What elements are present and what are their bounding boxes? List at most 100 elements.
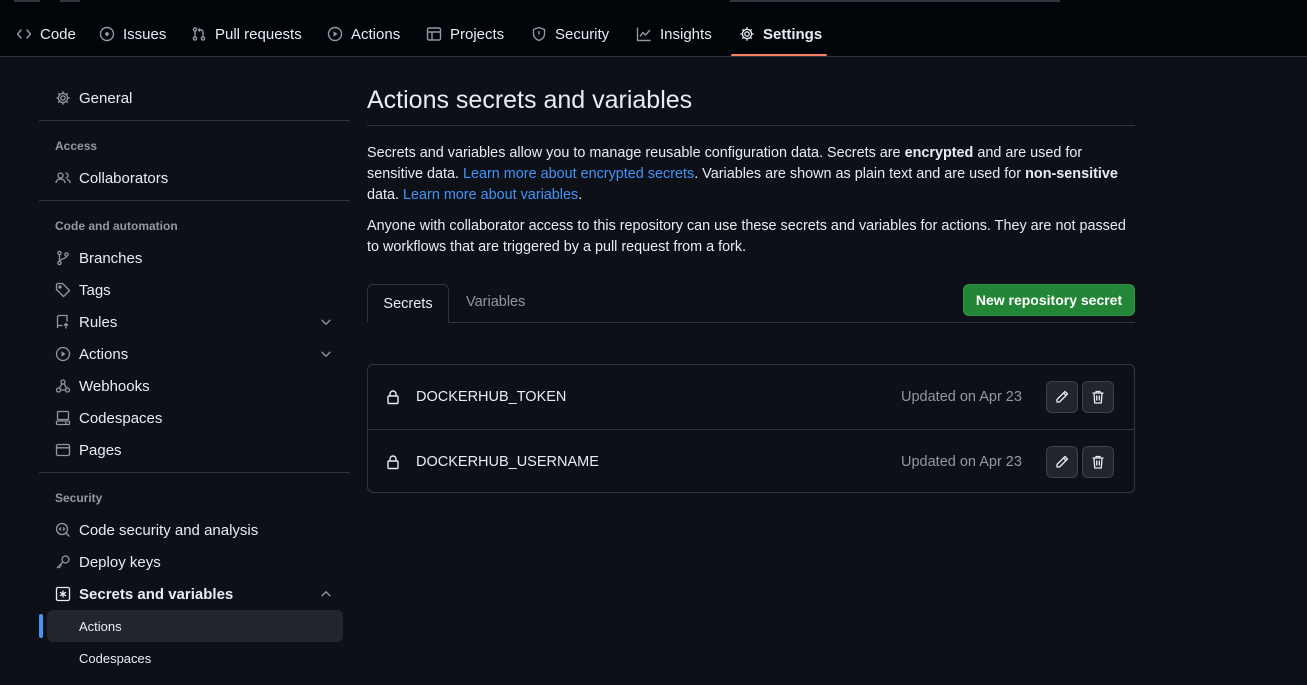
active-item-indicator	[39, 614, 43, 638]
sidebar-item-label: General	[79, 89, 133, 107]
secrets-list: DOCKERHUB_TOKEN Updated on Apr 23 DOCKER…	[367, 364, 1135, 493]
intro-emphasis: encrypted	[904, 145, 974, 161]
title-divider	[367, 125, 1135, 126]
sidebar-item-secrets-variables[interactable]: Secrets and variables	[47, 578, 343, 610]
sidebar-item-collaborators[interactable]: Collaborators	[47, 162, 343, 194]
learn-more-secrets-link[interactable]: Learn more about encrypted secrets	[463, 166, 694, 182]
key-icon	[55, 554, 71, 570]
active-tab-underline	[731, 54, 827, 56]
nav-pull-requests-label: Pull requests	[215, 25, 302, 43]
intro-text: . Variables are shown as plain text and …	[694, 166, 1026, 182]
intro-text: .	[578, 187, 583, 203]
chevron-up-icon[interactable]	[319, 587, 333, 601]
nav-security[interactable]: Security	[531, 22, 609, 46]
webhook-icon	[55, 378, 71, 394]
secret-updated: Updated on Apr 23	[901, 454, 1022, 470]
sidebar-item-webhooks[interactable]: Webhooks	[47, 370, 343, 402]
intro-paragraph: Secrets and variables allow you to manag…	[367, 143, 1137, 206]
code-icon	[16, 26, 32, 42]
repo-push-icon	[55, 314, 71, 330]
play-icon	[327, 26, 343, 42]
nav-projects-label: Projects	[450, 25, 505, 43]
learn-more-variables-link[interactable]: Learn more about variables	[403, 187, 578, 203]
edit-secret-button[interactable]	[1046, 446, 1078, 478]
sidebar-heading-security: Security	[55, 491, 103, 505]
secret-name: DOCKERHUB_TOKEN	[416, 389, 567, 405]
pencil-icon	[1054, 389, 1070, 405]
lock-icon	[385, 454, 401, 470]
sidebar-item-deploy-keys[interactable]: Deploy keys	[47, 546, 343, 578]
sidebar-item-branches[interactable]: Branches	[47, 242, 343, 274]
sidebar-subitem-actions[interactable]: Actions	[47, 610, 343, 642]
git-branch-icon	[55, 250, 71, 266]
sidebar-item-actions[interactable]: Actions	[47, 338, 343, 370]
nav-security-label: Security	[555, 25, 610, 43]
issue-opened-icon	[99, 26, 115, 42]
secret-row: DOCKERHUB_TOKEN Updated on Apr 23	[368, 365, 1134, 429]
sidebar-item-label: Secrets and variables	[79, 585, 234, 603]
intro-text: Secrets and variables allow you to manag…	[367, 145, 905, 161]
play-icon	[55, 346, 71, 362]
delete-secret-button[interactable]	[1082, 446, 1114, 478]
tabs-divider	[367, 322, 1135, 323]
sidebar-item-rules[interactable]: Rules	[47, 306, 343, 338]
nav-actions[interactable]: Actions	[327, 22, 400, 46]
sidebar-subitem-codespaces[interactable]: Codespaces	[47, 642, 343, 674]
edit-secret-button[interactable]	[1046, 381, 1078, 413]
codespaces-icon	[55, 410, 71, 426]
header-edge-fragment	[14, 0, 40, 2]
page-title: Actions secrets and variables	[367, 86, 693, 114]
new-repository-secret-button[interactable]: New repository secret	[963, 284, 1135, 316]
sidebar-item-label: Collaborators	[79, 169, 169, 187]
sidebar-item-code-security[interactable]: Code security and analysis	[47, 514, 343, 546]
people-icon	[55, 170, 71, 186]
nav-pull-requests[interactable]: Pull requests	[191, 22, 302, 46]
sidebar-item-tags[interactable]: Tags	[47, 274, 343, 306]
sidebar-divider	[39, 200, 350, 201]
chevron-down-icon[interactable]	[319, 315, 333, 329]
nav-issues[interactable]: Issues	[99, 22, 166, 46]
repo-nav: Code Issues Pull requests Actions Projec…	[0, 0, 1307, 57]
sidebar-item-label: Tags	[79, 281, 111, 299]
tag-icon	[55, 282, 71, 298]
nav-insights-label: Insights	[660, 25, 712, 43]
intro-text: data.	[367, 187, 404, 203]
nav-code[interactable]: Code	[16, 22, 76, 46]
secret-name: DOCKERHUB_USERNAME	[416, 454, 599, 470]
trash-icon	[1090, 454, 1106, 470]
nav-projects[interactable]: Projects	[426, 22, 504, 46]
secret-updated: Updated on Apr 23	[901, 389, 1022, 405]
nav-code-label: Code	[40, 25, 76, 43]
delete-secret-button[interactable]	[1082, 381, 1114, 413]
access-note-paragraph: Anyone with collaborator access to this …	[367, 218, 1126, 255]
nav-settings[interactable]: Settings	[739, 22, 822, 46]
header-edge-fragment	[60, 0, 80, 2]
sidebar-item-label: Pages	[79, 441, 122, 459]
trash-icon	[1090, 389, 1106, 405]
intro-emphasis: non-sensitive	[1025, 166, 1118, 182]
nav-settings-label: Settings	[763, 25, 823, 43]
git-pull-request-icon	[191, 26, 207, 42]
sidebar-heading-code-automation: Code and automation	[55, 219, 178, 233]
sidebar-heading-access: Access	[55, 139, 98, 153]
nav-issues-label: Issues	[123, 25, 167, 43]
sidebar-item-codespaces[interactable]: Codespaces	[47, 402, 343, 434]
tab-secrets[interactable]: Secrets	[367, 284, 449, 323]
sidebar-item-label: Deploy keys	[79, 553, 161, 571]
sidebar-item-label: Actions	[79, 345, 129, 363]
search-edge-fragment	[730, 0, 1060, 2]
nav-insights[interactable]: Insights	[636, 22, 712, 46]
chevron-down-icon[interactable]	[319, 347, 333, 361]
sidebar-item-label: Webhooks	[79, 377, 150, 395]
sidebar-item-label: Codespaces	[79, 409, 163, 427]
table-icon	[426, 26, 442, 42]
graph-icon	[636, 26, 652, 42]
sidebar-item-label: Branches	[79, 249, 143, 267]
sidebar-item-general[interactable]: General	[47, 82, 343, 114]
pencil-icon	[1054, 454, 1070, 470]
gear-icon	[739, 26, 755, 42]
sidebar-item-label: Rules	[79, 313, 118, 331]
sidebar-item-pages[interactable]: Pages	[47, 434, 343, 466]
tab-variables[interactable]: Variables	[466, 294, 525, 310]
secret-row: DOCKERHUB_USERNAME Updated on Apr 23	[368, 429, 1134, 494]
